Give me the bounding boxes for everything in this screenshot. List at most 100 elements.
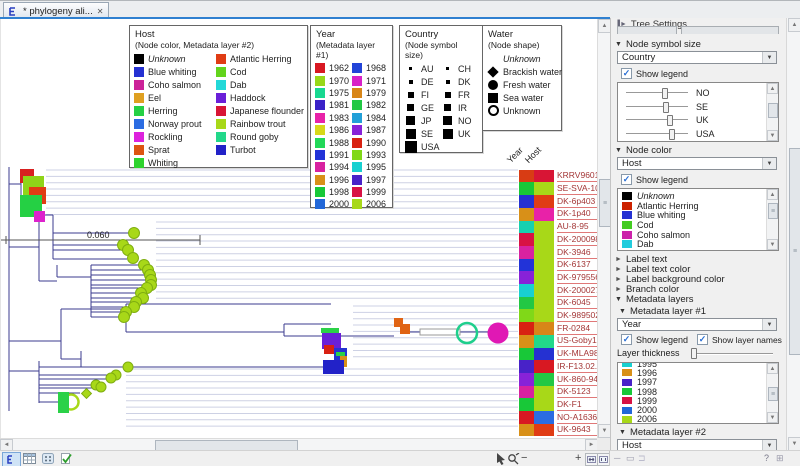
year-color-item[interactable]: 1997 bbox=[618, 378, 779, 387]
taxon-label[interactable]: DK-9795568 bbox=[557, 272, 598, 284]
taxon-label[interactable]: DK-200027-3 bbox=[557, 285, 598, 297]
taxon-label[interactable]: DK-200098 bbox=[557, 234, 598, 246]
taxon-label[interactable]: UK-9643 bbox=[557, 424, 598, 436]
zoom-tool-button[interactable] bbox=[505, 452, 522, 465]
year-color-item[interactable]: 1999 bbox=[618, 396, 779, 405]
node-color-item[interactable]: Atlantic Herring bbox=[618, 201, 779, 211]
taxon-label[interactable]: DK-F1 bbox=[557, 399, 598, 411]
taxon-label[interactable]: SE-SVA-1033 bbox=[557, 183, 598, 195]
node-color-select[interactable]: Host ▼ bbox=[617, 157, 777, 170]
node-color-item[interactable]: Blue whiting bbox=[618, 210, 779, 220]
size-slider-thumb[interactable] bbox=[667, 115, 673, 126]
node-color-item[interactable]: Cod bbox=[618, 220, 779, 230]
size-slider-thumb[interactable] bbox=[663, 102, 669, 113]
settings-grid-icon[interactable]: ⊞ bbox=[776, 453, 784, 464]
close-icon[interactable]: ✕ bbox=[97, 7, 104, 16]
show-legend-checkbox[interactable]: ✓ Show legend bbox=[621, 68, 688, 79]
node-color-item[interactable]: Unknown bbox=[618, 191, 779, 201]
show-layer-names-checkbox[interactable]: ✓ Show layer names bbox=[697, 334, 782, 345]
section-node-symbol-size[interactable]: ▼ Node symbol size bbox=[615, 39, 701, 50]
metadata-layer1-select[interactable]: Year ▼ bbox=[617, 318, 777, 331]
taxon-label[interactable]: DK-9895024 bbox=[557, 310, 598, 322]
section-metadata-layers[interactable]: ▼ Metadata layers bbox=[615, 294, 694, 305]
legend-item: 1991 bbox=[315, 149, 352, 161]
legend-item: 1988 bbox=[315, 136, 352, 148]
year-color-item[interactable]: 2006 bbox=[618, 415, 779, 424]
scroll-up-icon[interactable]: ▲ bbox=[788, 18, 800, 32]
section-metadata-layer-2[interactable]: ▼ Metadata layer #2 bbox=[619, 427, 706, 438]
metadata-cell-host bbox=[534, 208, 554, 221]
layer-thickness-thumb[interactable] bbox=[691, 348, 697, 359]
node-color-list[interactable]: ▲ ▼ ≡ UnknownAtlantic HerringBlue whitin… bbox=[617, 188, 779, 251]
scroll-down-icon[interactable]: ▼ bbox=[788, 437, 800, 451]
symbol-size-item[interactable]: USA bbox=[618, 127, 778, 140]
tree-canvas[interactable]: 0.060 bbox=[0, 19, 598, 438]
node-color-item[interactable]: Coho salmon bbox=[618, 230, 779, 240]
zoom-in-label[interactable]: + bbox=[575, 452, 581, 465]
legend-label: 1982 bbox=[366, 100, 386, 110]
symbol-size-item[interactable]: SE bbox=[618, 100, 778, 113]
node-color-item[interactable]: Eel bbox=[618, 249, 779, 251]
show-legend-checkbox[interactable]: ✓ Show legend bbox=[621, 174, 688, 185]
legend-item: 1971 bbox=[352, 74, 388, 86]
year-color-list[interactable]: ▲ ▼ ≡ 1995199619971998199920002006 bbox=[617, 362, 779, 424]
legend-swatch bbox=[134, 80, 144, 90]
size-slider-thumb[interactable] bbox=[669, 129, 675, 140]
symbol-size-item[interactable]: NO bbox=[618, 86, 778, 99]
taxon-label[interactable]: DK-6p403 bbox=[557, 196, 598, 208]
matrix-view-button[interactable] bbox=[39, 452, 56, 465]
taxon-label[interactable]: DK-5123 bbox=[557, 386, 598, 398]
legend-swatch bbox=[134, 106, 144, 116]
year-color-item[interactable]: 2000 bbox=[618, 406, 779, 415]
node-color-item[interactable]: Dab bbox=[618, 240, 779, 250]
taxon-label[interactable]: DK-6137 bbox=[557, 259, 598, 271]
taxon-label[interactable]: AU-8-95 bbox=[557, 221, 598, 233]
legend-item: Haddock bbox=[216, 91, 303, 104]
taxon-label[interactable]: IR-F13.02.97 bbox=[557, 361, 598, 373]
metadata-layer2-select[interactable]: Host ▼ bbox=[617, 439, 777, 450]
taxon-label[interactable]: DK-6045 bbox=[557, 297, 598, 309]
dock-panel-icon[interactable]: ⊐ bbox=[638, 453, 646, 464]
sidebar-scroll-thumb[interactable]: ≡ bbox=[789, 148, 800, 355]
taxon-label[interactable]: FR-0284 bbox=[557, 323, 598, 335]
taxon-label[interactable]: DK-3946 bbox=[557, 247, 598, 259]
legend-swatch bbox=[134, 67, 144, 77]
taxon-label[interactable]: DK-1p40 bbox=[557, 208, 598, 220]
symbol-size-list[interactable]: ▲ ▼ NOSEUKUSA bbox=[617, 82, 779, 142]
chevron-down-icon[interactable]: ▼ bbox=[762, 319, 776, 330]
table-view-button[interactable] bbox=[21, 452, 38, 465]
legend-item: Round goby bbox=[216, 130, 303, 143]
legend-item: Dab bbox=[216, 78, 303, 91]
chevron-down-icon[interactable]: ▼ bbox=[762, 52, 776, 63]
legend-swatch bbox=[134, 54, 144, 64]
section-node-color[interactable]: ▼ Node color bbox=[615, 145, 672, 156]
tree-view-button[interactable] bbox=[2, 452, 21, 466]
show-legend-checkbox[interactable]: ✓ Show legend bbox=[621, 334, 688, 345]
taxon-label[interactable]: NO-A16368G bbox=[557, 412, 598, 424]
remove-setting-icon[interactable]: ─ bbox=[614, 453, 620, 464]
size-slider-thumb[interactable] bbox=[662, 88, 668, 99]
year-color-item[interactable]: 1998 bbox=[618, 387, 779, 396]
symbol-size-item[interactable]: UK bbox=[618, 113, 778, 126]
layer-thickness-slider[interactable] bbox=[691, 353, 773, 355]
zoom-out-label[interactable]: − bbox=[521, 452, 527, 465]
canvas-vertical-scrollbar[interactable]: ▲ ▼ ≡ bbox=[597, 19, 611, 438]
metadata-cell-year bbox=[519, 221, 534, 234]
legend-swatch bbox=[134, 93, 144, 103]
help-button[interactable]: ? bbox=[764, 453, 769, 464]
chevron-down-icon[interactable]: ▼ bbox=[762, 158, 776, 169]
node-symbol-size-select[interactable]: Country ▼ bbox=[617, 51, 777, 64]
taxon-label[interactable]: US-Goby1-5 bbox=[557, 335, 598, 347]
section-metadata-layer-1[interactable]: ▼ Metadata layer #1 bbox=[619, 306, 706, 317]
new-view-icon[interactable]: ▭ bbox=[626, 453, 635, 464]
sidebar-scrollbar[interactable]: ▲ ▼ ≡ bbox=[786, 18, 800, 450]
chevron-down-icon[interactable]: ▼ bbox=[762, 440, 776, 450]
taxon-label[interactable]: KRRV9601 bbox=[557, 170, 598, 182]
report-view-button[interactable] bbox=[57, 452, 74, 465]
year-color-item[interactable]: 1996 bbox=[618, 368, 779, 377]
tab-phylogeny[interactable]: * phylogeny ali... ✕ bbox=[3, 2, 109, 18]
color-swatch bbox=[622, 192, 632, 200]
section-title: Metadata layer #1 bbox=[630, 306, 706, 317]
taxon-label[interactable]: UK-MLA98-6PT bbox=[557, 348, 598, 360]
taxon-label[interactable]: UK-860-94 bbox=[557, 374, 598, 386]
